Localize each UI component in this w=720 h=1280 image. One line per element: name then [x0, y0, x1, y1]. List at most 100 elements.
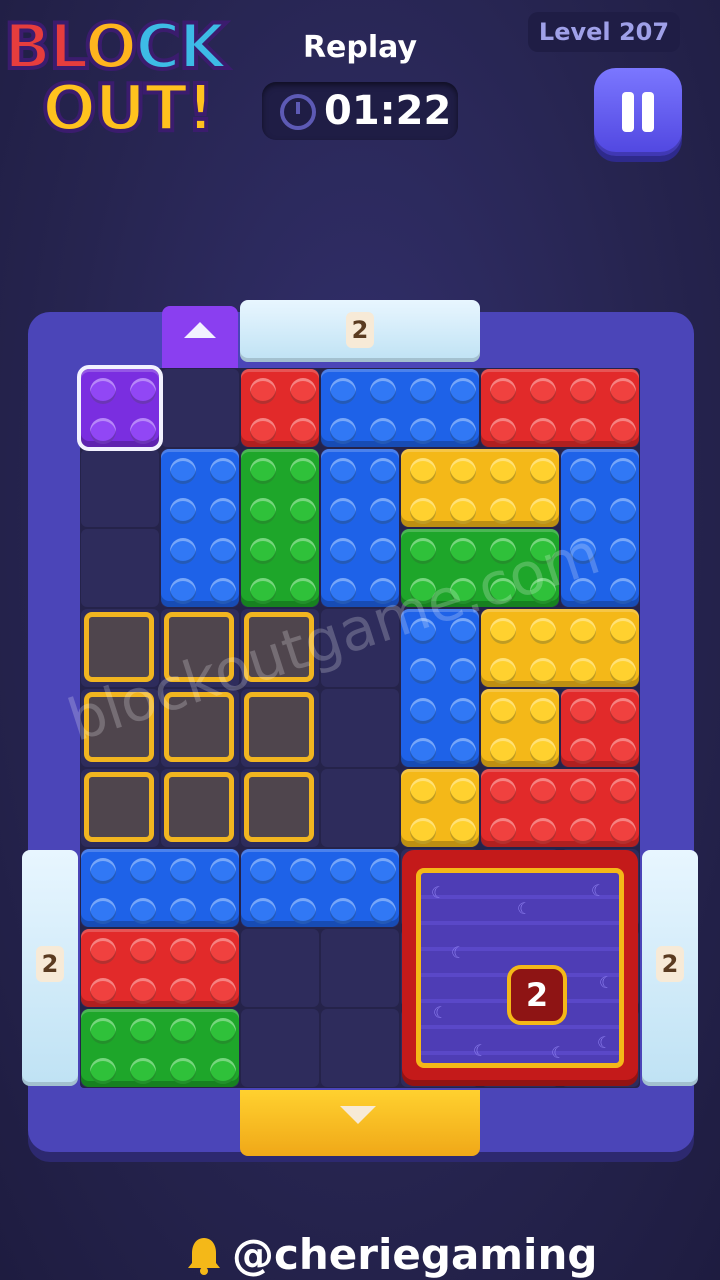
- block-stud: [170, 498, 196, 524]
- locked-box[interactable]: ☾ ☾ ☾ ☾ ☾ ☾ ☾ ☾ ☾ 2: [402, 850, 638, 1086]
- block-stud: [250, 498, 276, 524]
- block-stud: [450, 778, 476, 804]
- block-stud: [490, 498, 516, 524]
- moon-icon: ☾: [431, 883, 446, 902]
- block-stud: [210, 938, 236, 964]
- block-stud: [490, 738, 516, 764]
- blue-block[interactable]: [321, 369, 479, 447]
- block-stud: [130, 938, 156, 964]
- block-stud: [410, 538, 436, 564]
- target-outline-cell: [164, 772, 234, 842]
- block-stud: [250, 578, 276, 604]
- block-stud: [610, 818, 636, 844]
- block-stud: [210, 858, 236, 884]
- yellow-block[interactable]: [481, 689, 559, 767]
- block-stud: [250, 858, 276, 884]
- empty-cell: [81, 529, 159, 607]
- block-stud: [410, 818, 436, 844]
- block-stud: [410, 458, 436, 484]
- red-block[interactable]: [241, 369, 319, 447]
- block-stud: [330, 898, 356, 924]
- blue-block[interactable]: [81, 849, 239, 927]
- block-stud: [290, 418, 316, 444]
- moon-icon: ☾: [599, 973, 614, 992]
- block-stud: [530, 698, 556, 724]
- block-stud: [210, 498, 236, 524]
- block-stud: [290, 498, 316, 524]
- yellow-block[interactable]: [401, 449, 559, 527]
- block-stud: [170, 1058, 196, 1084]
- block-stud: [330, 418, 356, 444]
- block-stud: [570, 738, 596, 764]
- block-stud: [530, 618, 556, 644]
- block-stud: [410, 658, 436, 684]
- block-stud: [170, 578, 196, 604]
- purple-block[interactable]: [77, 365, 163, 451]
- block-stud: [290, 458, 316, 484]
- block-stud: [610, 618, 636, 644]
- block-stud: [530, 458, 556, 484]
- empty-cell: [321, 769, 399, 847]
- block-stud: [370, 378, 396, 404]
- block-stud: [370, 498, 396, 524]
- moon-icon: ☾: [517, 899, 532, 918]
- block-stud: [570, 698, 596, 724]
- block-stud: [530, 498, 556, 524]
- block-stud: [210, 898, 236, 924]
- empty-cell: [81, 449, 159, 527]
- block-stud: [210, 458, 236, 484]
- block-stud: [170, 1018, 196, 1044]
- block-stud: [570, 818, 596, 844]
- block-stud: [330, 498, 356, 524]
- block-stud: [330, 538, 356, 564]
- red-block[interactable]: [481, 769, 639, 847]
- block-stud: [610, 658, 636, 684]
- block-stud: [370, 898, 396, 924]
- green-block[interactable]: [241, 449, 319, 607]
- moon-icon: ☾: [433, 1003, 448, 1022]
- block-stud: [210, 578, 236, 604]
- block-stud: [610, 418, 636, 444]
- block-stud: [530, 818, 556, 844]
- block-stud: [330, 858, 356, 884]
- empty-cell: [161, 369, 239, 447]
- block-stud: [570, 378, 596, 404]
- block-stud: [130, 1018, 156, 1044]
- block-stud: [250, 418, 276, 444]
- empty-cell: [321, 929, 399, 1007]
- red-block[interactable]: [481, 369, 639, 447]
- block-stud: [370, 858, 396, 884]
- block-stud: [210, 1058, 236, 1084]
- block-stud: [450, 738, 476, 764]
- red-block[interactable]: [81, 929, 239, 1007]
- block-stud: [210, 1018, 236, 1044]
- block-stud: [210, 538, 236, 564]
- block-stud: [490, 378, 516, 404]
- empty-cell: [321, 1009, 399, 1087]
- block-stud: [130, 1058, 156, 1084]
- green-block[interactable]: [81, 1009, 239, 1087]
- empty-cell: [241, 1009, 319, 1087]
- block-stud: [90, 1018, 116, 1044]
- block-stud: [450, 698, 476, 724]
- block-stud: [490, 458, 516, 484]
- block-stud: [170, 978, 196, 1004]
- block-stud: [370, 538, 396, 564]
- block-stud: [90, 858, 116, 884]
- block-stud: [130, 978, 156, 1004]
- yellow-block[interactable]: [481, 609, 639, 687]
- moon-icon: ☾: [473, 1041, 488, 1060]
- block-stud: [90, 898, 116, 924]
- block-stud: [570, 458, 596, 484]
- block-stud: [170, 538, 196, 564]
- block-stud: [290, 858, 316, 884]
- block-stud: [170, 898, 196, 924]
- blue-block[interactable]: [161, 449, 239, 607]
- block-stud: [370, 458, 396, 484]
- red-block[interactable]: [561, 689, 639, 767]
- moon-icon: ☾: [591, 881, 606, 900]
- blue-block[interactable]: [241, 849, 399, 927]
- block-stud: [610, 778, 636, 804]
- block-stud: [130, 898, 156, 924]
- yellow-block[interactable]: [401, 769, 479, 847]
